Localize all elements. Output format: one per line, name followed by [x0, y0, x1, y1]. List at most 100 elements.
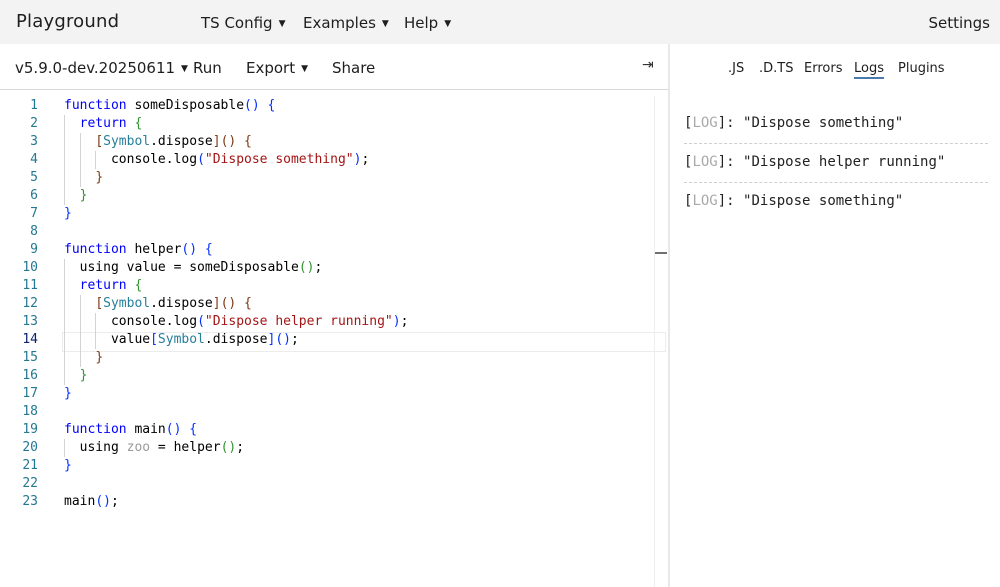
indent-guide: [64, 367, 65, 385]
indent-guide: [95, 331, 97, 349]
version-select[interactable]: v5.9.0-dev.20250611 ▼: [15, 59, 188, 77]
line-number: 13: [22, 314, 38, 329]
line-number: 19: [22, 422, 38, 437]
log-tag: LOG: [692, 193, 718, 209]
share-button[interactable]: Share: [332, 59, 375, 77]
menu-examples[interactable]: Examples ▼: [303, 14, 389, 32]
log-entry: [LOG]: "Dispose something": [684, 115, 904, 131]
line-number: 16: [22, 368, 38, 383]
chevron-down-icon: ▼: [301, 64, 309, 74]
code-text: }: [95, 350, 104, 365]
chevron-down-icon: ▼: [181, 64, 188, 74]
log-message: "Dispose something": [743, 115, 904, 131]
code-text: }: [79, 188, 88, 203]
version-label: v5.9.0-dev.20250611: [15, 59, 176, 77]
code-line: 16 }: [0, 367, 668, 385]
tab-dts[interactable]: .D.TS: [759, 61, 793, 76]
code-line: 4 console.log("Dispose something");: [0, 151, 668, 169]
code-text: return {: [79, 116, 143, 131]
indent-guide: [64, 277, 65, 295]
code-line: 8: [0, 223, 668, 241]
code-line: 6 }: [0, 187, 668, 205]
code-text: function helper() {: [64, 242, 213, 257]
code-editor[interactable]: 1 function someDisposable() {2 return {3 …: [0, 91, 668, 587]
line-number: 20: [22, 440, 38, 455]
code-text: }: [64, 386, 72, 401]
pane-divider[interactable]: [668, 44, 670, 587]
indent-guide: [95, 151, 97, 169]
code-line: 2 return {: [0, 115, 668, 133]
log-entry: [LOG]: "Dispose helper running": [684, 154, 946, 170]
indent-guide: [64, 151, 65, 169]
log-message: "Dispose helper running": [743, 154, 946, 170]
editor-scrollbar[interactable]: [654, 96, 666, 587]
settings-link[interactable]: Settings: [928, 14, 990, 32]
line-number: 6: [30, 188, 38, 203]
menu-examples-label: Examples: [303, 14, 376, 32]
code-line: 12 [Symbol.dispose]() {: [0, 295, 668, 313]
line-number: 15: [22, 350, 38, 365]
code-line: 14 value[Symbol.dispose]();: [0, 331, 668, 349]
indent-guide: [79, 151, 81, 169]
code-line: 22: [0, 475, 668, 493]
code-line: 11 return {: [0, 277, 668, 295]
export-menu[interactable]: Export ▼: [246, 59, 308, 77]
code-line: 9 function helper() {: [0, 241, 668, 259]
line-number: 9: [30, 242, 38, 257]
collapse-sidebar-icon[interactable]: ⇥: [642, 57, 654, 73]
line-number: 17: [22, 386, 38, 401]
code-text: }: [95, 170, 104, 185]
code-text: console.log("Dispose something");: [64, 152, 370, 167]
chevron-down-icon: ▼: [381, 19, 389, 29]
indent-guide: [79, 295, 81, 313]
code-text: [Symbol.dispose]() {: [95, 134, 252, 149]
tab-errors[interactable]: Errors: [804, 61, 842, 76]
code-line: 13 console.log("Dispose helper running")…: [0, 313, 668, 331]
line-number: 8: [30, 224, 38, 239]
code-text: main();: [64, 494, 119, 509]
code-text: }: [64, 458, 72, 473]
tab-plugins[interactable]: Plugins: [898, 61, 945, 76]
code-line: 20 using zoo = helper();: [0, 439, 668, 457]
log-tag: LOG: [692, 115, 718, 131]
menu-help[interactable]: Help ▼: [404, 14, 451, 32]
output-tabs: .JS .D.TS Errors Logs Plugins: [670, 44, 1000, 90]
code-line: 23 main();: [0, 493, 668, 511]
indent-guide: [95, 313, 97, 331]
code-line: 15 }: [0, 349, 668, 367]
tab-js[interactable]: .JS: [728, 61, 744, 76]
menu-help-label: Help: [404, 14, 439, 32]
indent-guide: [79, 169, 81, 187]
log-tag: LOG: [692, 154, 718, 170]
code-text: function someDisposable() {: [64, 98, 276, 113]
line-number: 4: [30, 152, 38, 167]
scrollbar-cursor-marker: [655, 252, 667, 254]
line-number: 2: [30, 116, 38, 131]
code-line: 17}: [0, 385, 668, 403]
code-text: [Symbol.dispose]() {: [95, 296, 252, 311]
menu-ts-config[interactable]: TS Config ▼: [201, 14, 286, 32]
code-text: function main() {: [64, 422, 198, 437]
line-number: 11: [22, 278, 38, 293]
indent-guide: [64, 349, 65, 367]
editor-toolbar: v5.9.0-dev.20250611 ▼ Run Export ▼ Share ⇥: [0, 44, 669, 90]
code-line: 19 function main() {: [0, 421, 668, 439]
line-number: 21: [22, 458, 38, 473]
chevron-down-icon: ▼: [444, 19, 452, 29]
top-navbar: Playground TS Config ▼ Examples ▼ Help ▼ Se…: [0, 0, 1000, 44]
indent-guide: [64, 115, 65, 133]
code-line: 3 [Symbol.dispose]() {: [0, 133, 668, 151]
code-text: value[Symbol.dispose]();: [64, 332, 299, 347]
code-text: using zoo = helper();: [64, 440, 245, 455]
line-number: 3: [30, 134, 38, 149]
indent-guide: [79, 313, 81, 331]
tab-logs[interactable]: Logs: [854, 61, 884, 79]
indent-guide: [64, 187, 65, 205]
log-entry: [LOG]: "Dispose something": [684, 193, 904, 209]
indent-guide: [64, 313, 65, 331]
log-separator: [684, 143, 988, 144]
brand-title[interactable]: Playground: [16, 11, 119, 32]
code-text: using value = someDisposable();: [64, 260, 323, 275]
run-button[interactable]: Run: [193, 59, 222, 77]
indent-guide: [64, 133, 65, 151]
